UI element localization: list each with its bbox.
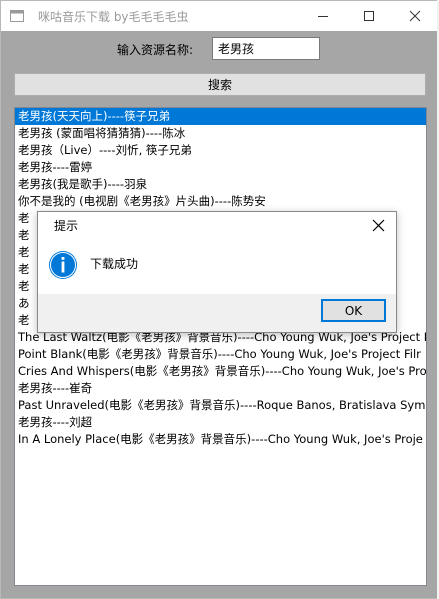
app-window-icon	[10, 10, 24, 22]
list-item[interactable]: 老男孩----崔奇	[15, 380, 426, 397]
list-item[interactable]: Point Blank(电影《老男孩》背景音乐)----Cho Young Wu…	[15, 346, 426, 363]
list-item[interactable]: Cries And Whispers(电影《老男孩》背景音乐)----Cho Y…	[15, 363, 426, 380]
search-button[interactable]: 搜索	[14, 73, 426, 96]
search-input[interactable]	[212, 37, 320, 60]
list-item[interactable]: 老男孩----刘超	[15, 414, 426, 431]
result-list[interactable]: 老男孩(天天向上)----筷子兄弟 老男孩 (蒙面唱将猜猜猜)----陈冰 老男孩（…	[14, 107, 427, 586]
title-bar[interactable]: 咪咕音乐下载 by毛毛毛毛虫	[1, 1, 438, 31]
close-icon	[409, 10, 421, 22]
list-item[interactable]: 老男孩 (蒙面唱将猜猜猜)----陈冰	[15, 125, 426, 142]
list-item[interactable]: 老男孩----雷婷	[15, 159, 426, 176]
list-item[interactable]: 你不是我的 (电视剧《老男孩》片头曲)----陈势安	[15, 193, 426, 210]
dialog-close-icon[interactable]	[372, 219, 385, 232]
list-item[interactable]: 老男孩(天天向上)----筷子兄弟	[15, 108, 426, 125]
maximize-icon	[364, 11, 374, 21]
maximize-button[interactable]	[346, 1, 392, 31]
minimize-icon	[318, 16, 328, 17]
message-dialog: 提示 下载成功 OK	[37, 211, 397, 333]
info-icon	[49, 251, 77, 279]
list-item[interactable]: In A Lonely Place(电影《老男孩》背景音乐)----Cho Yo…	[15, 431, 426, 448]
dialog-title: 提示	[54, 219, 79, 233]
list-item[interactable]: 老男孩(我是歌手)----羽泉	[15, 176, 426, 193]
dialog-message: 下载成功	[90, 257, 139, 271]
app-window: 咪咕音乐下载 by毛毛毛毛虫 输入资源名称: 搜索 老男孩(天天向上)----筷…	[0, 0, 439, 599]
window-title: 咪咕音乐下载 by毛毛毛毛虫	[38, 10, 189, 24]
ok-button[interactable]: OK	[321, 299, 386, 322]
list-item[interactable]: 老男孩（Live）----刘忻, 筷子兄弟	[15, 142, 426, 159]
minimize-button[interactable]	[300, 1, 346, 31]
resource-name-label: 输入资源名称:	[117, 43, 194, 57]
list-item[interactable]: Past Unraveled(电影《老男孩》背景音乐)----Roque Ban…	[15, 397, 426, 414]
close-button[interactable]	[392, 1, 438, 31]
